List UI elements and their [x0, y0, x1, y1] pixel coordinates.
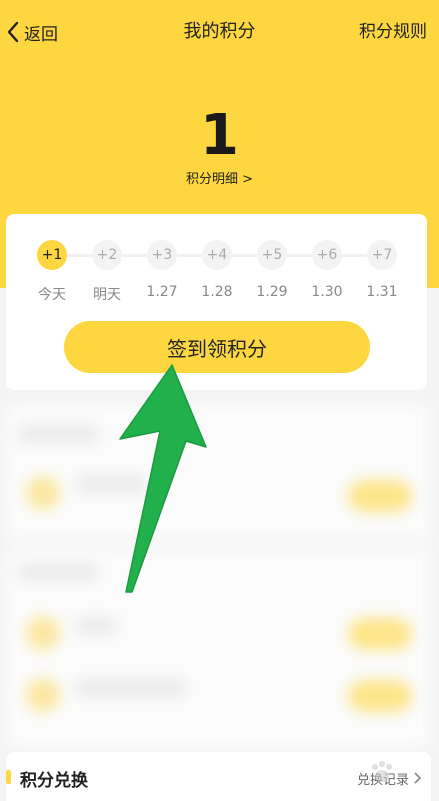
day-label: 1.29	[256, 284, 288, 300]
day-bonus-badge: +2	[92, 240, 122, 270]
signin-card: +1 今天 +2 明天 +3 1.27 +4 1.28 +5 1.29 +6 1…	[6, 214, 427, 390]
day-label: 明天	[93, 287, 121, 303]
exchange-title: 积分兑换	[20, 771, 88, 791]
signin-day: +4 1.28	[192, 240, 242, 300]
day-bonus-badge: +1	[37, 240, 67, 270]
points-rules-link[interactable]: 积分规则	[359, 18, 427, 46]
day-bonus-badge: +7	[367, 240, 397, 270]
signin-day: +5 1.29	[247, 240, 297, 300]
task-action-button	[348, 480, 412, 512]
pointer-arrow-icon	[119, 364, 207, 593]
section-heading-placeholder	[18, 564, 98, 580]
signin-day: +3 1.27	[137, 240, 187, 300]
section-heading-placeholder	[18, 426, 98, 442]
day-label: 1.31	[366, 284, 398, 300]
day-label: 1.28	[201, 284, 233, 300]
day-bonus-badge: +6	[312, 240, 342, 270]
task-icon	[26, 678, 60, 712]
day-bonus-badge: +3	[147, 240, 177, 270]
signin-day: +7 1.31	[357, 240, 407, 300]
task-text-placeholder	[76, 618, 116, 634]
signin-day: +6 1.30	[302, 240, 352, 300]
day-label: 1.30	[311, 284, 343, 300]
signin-day: +2 明天	[82, 240, 132, 304]
signin-day: +1 今天	[27, 240, 77, 304]
day-label: 今天	[38, 287, 66, 303]
day-label: 1.27	[146, 284, 178, 300]
task-icon	[26, 476, 60, 510]
section-accent	[6, 770, 11, 784]
task-action-button	[348, 618, 412, 650]
task-icon	[26, 616, 60, 650]
blurred-task-list	[0, 398, 439, 748]
task-action-button	[348, 680, 412, 712]
day-bonus-badge: +5	[257, 240, 287, 270]
task-text-placeholder	[76, 680, 186, 696]
day-bonus-badge: +4	[202, 240, 232, 270]
points-balance: 1	[200, 103, 239, 168]
watermark-paw-icon	[372, 761, 392, 782]
task-section-panel	[6, 404, 431, 539]
points-detail-link[interactable]: 积分明细 >	[0, 168, 439, 187]
